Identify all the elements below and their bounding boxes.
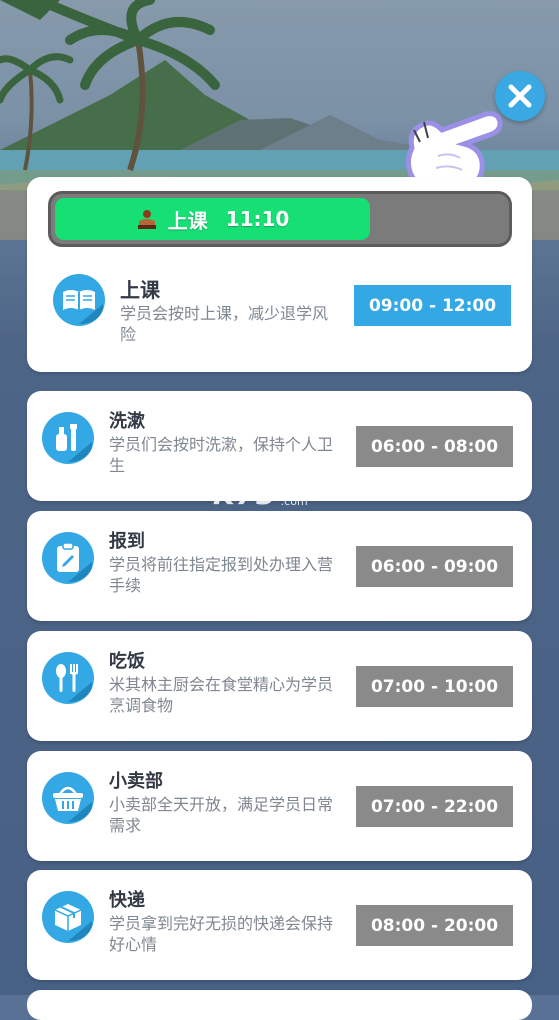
activity-card: 洗漱学员们会按时洗漱，保持个人卫生 06:00 - 08:00 xyxy=(27,391,532,501)
close-icon xyxy=(508,84,532,108)
activity-title: 报到 xyxy=(109,531,145,552)
basket-icon xyxy=(42,772,94,824)
activity-title: 吃饭 xyxy=(109,651,145,672)
activity-time-button[interactable]: 07:00 - 22:00 xyxy=(356,786,513,827)
current-activity-description: 学员会按时上课，减少退学风险 xyxy=(120,304,329,344)
activity-time-button[interactable]: 07:00 - 10:00 xyxy=(356,666,513,707)
activity-description: 学员们会按时洗漱，保持个人卫生 xyxy=(109,435,334,475)
activity-description: 学员将前往指定报到处办理入营手续 xyxy=(109,555,334,595)
current-activity-title: 上课 xyxy=(120,278,160,302)
activity-card: 小卖部小卖部全天开放，满足学员日常需求 07:00 - 22:00 xyxy=(27,751,532,861)
progress-activity-label: 上课 xyxy=(167,208,208,233)
activity-description: 小卖部全天开放，满足学员日常需求 xyxy=(109,795,334,835)
activity-card: 吃饭米其林主厨会在食堂精心为学员烹调食物 07:00 - 10:00 xyxy=(27,631,532,741)
activity-card: 快递学员拿到完好无损的快递会保持好心情 08:00 - 20:00 xyxy=(27,870,532,980)
activity-time-button[interactable]: 08:00 - 20:00 xyxy=(356,905,513,946)
student-icon xyxy=(137,210,156,229)
activity-title: 快递 xyxy=(109,890,145,911)
schedule-progress-bar: 上课 11:10 xyxy=(48,191,512,247)
toiletries-icon xyxy=(42,412,94,464)
current-activity-time-button[interactable]: 09:00 - 12:00 xyxy=(354,285,511,326)
activity-description: 学员拿到完好无损的快递会保持好心情 xyxy=(109,914,334,954)
progress-label: 上课 11:10 xyxy=(55,198,370,240)
activity-title: 洗漱 xyxy=(109,411,145,432)
current-activity-card: 上课 11:10 上课 学员会按时上课，减少退学风险 09:00 - 12:00 xyxy=(27,177,532,372)
activity-card: 报到学员将前往指定报到处办理入营手续 06:00 - 09:00 xyxy=(27,511,532,621)
clipboard-icon xyxy=(42,532,94,584)
utensils-icon xyxy=(42,652,94,704)
activity-time-button[interactable]: 06:00 - 09:00 xyxy=(356,546,513,587)
activity-title: 小卖部 xyxy=(109,771,163,792)
book-icon xyxy=(53,274,105,326)
activity-description: 米其林主厨会在食堂精心为学员烹调食物 xyxy=(109,675,334,715)
package-icon xyxy=(42,891,94,943)
progress-current-time: 11:10 xyxy=(225,207,290,231)
activity-time-button[interactable]: 06:00 - 08:00 xyxy=(356,426,513,467)
